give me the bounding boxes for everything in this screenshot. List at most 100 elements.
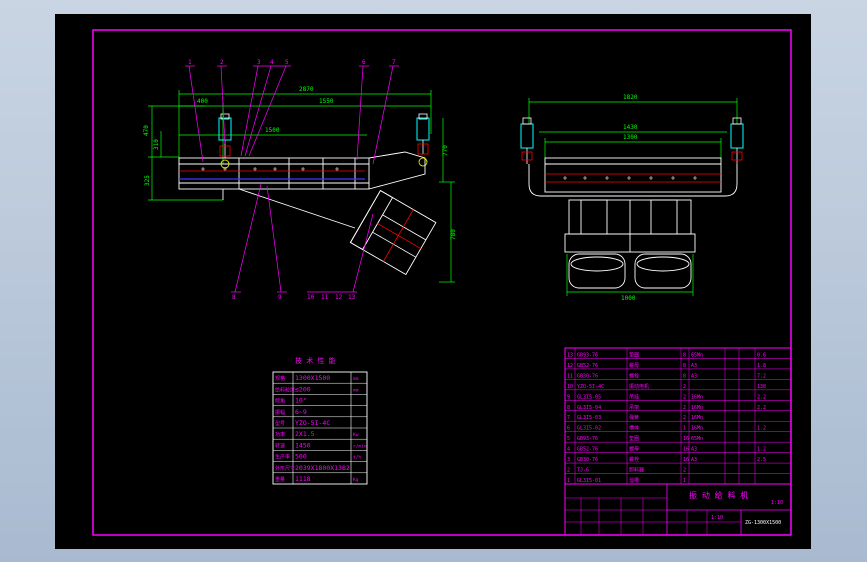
cad-viewport: 2870 400 1550 1500 470 310 325 770 780 1… (0, 0, 867, 562)
callout-8: 8 (232, 294, 236, 301)
side-dim-texts: 2870 400 1550 1500 470 310 325 770 780 (143, 86, 457, 240)
parts-row-qty: 1 (683, 478, 686, 484)
parts-row-qty: 2 (683, 405, 686, 411)
callout-11: 11 (321, 294, 329, 301)
tech-row-label: 振幅 (275, 409, 285, 416)
tech-table-title: 技 术 性 能 (295, 356, 336, 365)
parts-row-name: 吊挂 (629, 393, 639, 400)
parts-row-name: 槽体 (629, 425, 639, 432)
parts-row-no: 12 (567, 363, 573, 369)
parts-row-weight: 2.5 (757, 457, 766, 463)
parts-row-qty: 8 (683, 363, 686, 369)
parts-row-weight: 2.2 (757, 394, 766, 400)
parts-row-name: 吊架 (629, 405, 639, 411)
parts-row-qty: 1 (683, 426, 686, 432)
dim-height-upper: 470 (143, 125, 150, 136)
tech-row-unit: mm (353, 377, 359, 382)
callout-12: 12 (335, 294, 343, 301)
parts-row-code: GB93-76 (577, 352, 598, 358)
dim-height-mid: 310 (153, 139, 160, 150)
parts-row-weight: 1.2 (757, 426, 766, 432)
end-motor-frame (564, 199, 696, 253)
parts-row-name: 螺母 (629, 362, 639, 369)
parts-row-weight: 1.8 (757, 363, 766, 369)
parts-row-mat: 16Mn (691, 394, 703, 400)
callout-3: 3 (257, 59, 261, 66)
parts-row-qty: 2 (683, 394, 686, 400)
parts-row-code: GL3I5-04 (577, 405, 601, 411)
callout-labels: 1 2 3 4 5 6 7 8 9 10 11 12 13 (188, 59, 396, 301)
parts-row-mat: A3 (691, 447, 697, 453)
tech-row-value: ≤200 (295, 385, 311, 393)
parts-row-code: GB30-76 (577, 373, 598, 379)
dim-left-offset: 400 (197, 98, 208, 105)
parts-row-qty: 2 (683, 415, 686, 421)
dim-outer-width: 1820 (623, 94, 638, 101)
dim-mid-width: 1430 (623, 124, 638, 131)
parts-row-code: GL3I5-03 (577, 415, 601, 421)
drawing-scale: 1:10 (711, 515, 723, 521)
tech-row-label: 转速 (275, 442, 285, 449)
tech-row-label: 规格 (275, 375, 285, 382)
suspension-cylinder-right (416, 113, 430, 167)
callout-7: 7 (392, 59, 396, 66)
tech-row-value: 1118 (295, 475, 311, 483)
parts-row-name: 螺栓 (629, 372, 639, 379)
parts-row-no: 13 (567, 352, 573, 358)
parts-row-code: YZO-5I-4C (577, 384, 604, 390)
tech-row-value: YZO-5I-4C (295, 419, 330, 427)
tech-row-value: 6~9 (295, 408, 307, 416)
parts-row-weight: 7.2 (757, 373, 766, 379)
parts-row-qty: 8 (683, 352, 686, 358)
parts-row-mat: A3 (691, 373, 697, 379)
dim-span-lower: 1500 (265, 127, 280, 134)
parts-row-mat: 65Mn (691, 436, 703, 442)
parts-row-code: GB93-76 (577, 436, 598, 442)
tech-row-label: 型号 (275, 420, 285, 427)
drawing-canvas[interactable]: 2870 400 1550 1500 470 310 325 770 780 1… (55, 14, 811, 549)
dim-span-upper: 1550 (319, 98, 334, 105)
end-cylinder-left (520, 117, 534, 164)
drawing-number: ZG-1300X1500 (745, 520, 781, 526)
parts-list: 13 GB93-76 垫圈 8 65Mn 0.612 GB52-76 螺母 8 A3 1.811 GB… (564, 347, 792, 485)
tech-row-label: 生产率 (275, 454, 290, 461)
drawing-title: 振 动 给 料 机 (689, 490, 748, 500)
title-block: 振 动 给 料 机 1:10 1:10 ZG-1300X1500 (564, 483, 792, 536)
tech-row-unit: t/h (353, 455, 361, 461)
parts-row-qty: 16 (683, 447, 689, 453)
parts-row-no: 1 (567, 478, 570, 484)
tech-row-unit: mm (353, 388, 359, 393)
trough-crosses (201, 167, 339, 171)
tech-row-label: 倾角 (275, 398, 285, 405)
parts-row-no: 7 (567, 415, 570, 421)
tech-row-unit: Kg (353, 477, 359, 483)
tech-row-label: 重量 (275, 476, 285, 483)
callout-9: 9 (278, 294, 282, 301)
parts-row-weight: 138 (757, 384, 766, 390)
parts-row-weight: 2.2 (757, 405, 766, 411)
side-view: 2870 400 1550 1500 470 310 325 770 780 1… (143, 59, 457, 301)
dim-base-width: 1000 (621, 295, 636, 302)
end-motor-drums (568, 253, 692, 289)
drawing-svg: 2870 400 1550 1500 470 310 325 770 780 1… (92, 29, 792, 536)
parts-row-weight: 0.6 (757, 352, 766, 358)
callout-2: 2 (220, 59, 224, 66)
callout-1: 1 (188, 59, 192, 66)
parts-row-name: 振动电机 (629, 383, 649, 390)
parts-row-code: GL3I5-05 (577, 394, 601, 400)
parts-row-mat: 16Mn (691, 426, 703, 432)
tech-row-value: 10° (295, 397, 307, 405)
parts-list-rows: 13 GB93-76 垫圈 8 65Mn 0.612 GB52-76 螺母 8 A3 1.811 GB… (564, 348, 792, 484)
tech-row-value: 500 (295, 453, 307, 461)
tech-table-rows: 规格 1300X1500 mm 给料粒度 ≤200 mm 倾角 10° 振幅 6~9 型号 YZO-5… (273, 374, 367, 483)
parts-row-qty: 16 (683, 457, 689, 463)
parts-row-no: 3 (567, 457, 570, 463)
tech-table: 技 术 性 能 规格 1300X1500 mm 给料粒度 ≤200 mm 倾角 10° 振幅 6~… (272, 356, 368, 485)
parts-row-code: GB30-76 (577, 457, 598, 463)
tech-row-unit: r/min (353, 443, 367, 449)
parts-row-code: GB52-76 (577, 447, 598, 453)
tech-row-label: 给料粒度 (275, 386, 295, 393)
dim-chute-height: 780 (450, 229, 457, 240)
parts-row-no: 4 (567, 447, 570, 453)
parts-row-name: 螺栓 (629, 456, 639, 463)
